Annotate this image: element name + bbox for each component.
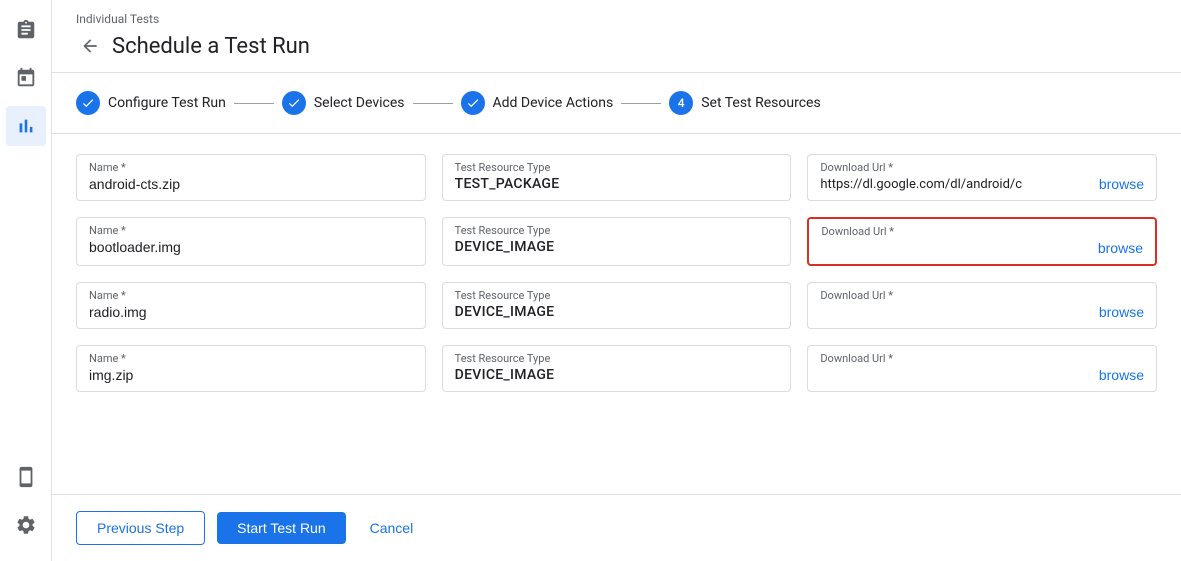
name-input-3[interactable]: [89, 304, 413, 320]
url-label-3: Download Url *: [820, 289, 1144, 302]
type-field-4: Test Resource Type DEVICE_IMAGE: [442, 345, 792, 392]
browse-button-1[interactable]: browse: [1099, 176, 1144, 192]
resource-row-2: Name * Test Resource Type DEVICE_IMAGE D…: [76, 217, 1157, 266]
resource-row-1: Name * Test Resource Type TEST_PACKAGE D…: [76, 154, 1157, 201]
browse-button-4[interactable]: browse: [1099, 367, 1144, 383]
type-value-2: DEVICE_IMAGE: [455, 239, 779, 255]
step-circle-select: [282, 91, 306, 115]
cancel-button[interactable]: Cancel: [358, 512, 426, 544]
stepper: Configure Test Run Select Devices Add De…: [52, 73, 1181, 134]
step-circle-actions: [461, 91, 485, 115]
step-add-actions: Add Device Actions: [461, 91, 614, 115]
page-title: Schedule a Test Run: [112, 34, 310, 59]
type-value-1: TEST_PACKAGE: [455, 176, 779, 192]
name-field-2: Name *: [76, 217, 426, 266]
phone-icon[interactable]: [6, 457, 46, 497]
type-field-2: Test Resource Type DEVICE_IMAGE: [442, 217, 792, 266]
settings-icon[interactable]: [6, 505, 46, 545]
step-label-actions: Add Device Actions: [493, 95, 614, 111]
step-configure: Configure Test Run: [76, 91, 226, 115]
footer: Previous Step Start Test Run Cancel: [52, 494, 1181, 561]
step-circle-configure: [76, 91, 100, 115]
start-test-run-button[interactable]: Start Test Run: [217, 512, 345, 544]
name-field-4: Name *: [76, 345, 426, 392]
browse-button-3[interactable]: browse: [1099, 304, 1144, 320]
type-label-1: Test Resource Type: [455, 161, 779, 174]
main-content: Individual Tests Schedule a Test Run Con…: [52, 0, 1181, 561]
name-label-2: Name *: [89, 224, 413, 237]
breadcrumb: Individual Tests: [76, 12, 1157, 26]
name-input-2[interactable]: [89, 239, 413, 255]
step-circle-resources: 4: [669, 91, 693, 115]
connector-1: [234, 103, 274, 104]
header: Individual Tests Schedule a Test Run: [52, 0, 1181, 73]
url-field-2: Download Url * browse: [807, 217, 1157, 266]
name-input-1[interactable]: [89, 176, 413, 192]
name-label-1: Name *: [89, 161, 413, 174]
browse-button-2[interactable]: browse: [1098, 240, 1143, 256]
connector-2: [413, 103, 453, 104]
type-field-3: Test Resource Type DEVICE_IMAGE: [442, 282, 792, 329]
type-value-3: DEVICE_IMAGE: [455, 304, 779, 320]
type-label-3: Test Resource Type: [455, 289, 779, 302]
resource-row-3: Name * Test Resource Type DEVICE_IMAGE D…: [76, 282, 1157, 329]
type-label-2: Test Resource Type: [455, 224, 779, 237]
name-input-4[interactable]: [89, 367, 413, 383]
step-label-resources: Set Test Resources: [701, 95, 820, 111]
type-value-4: DEVICE_IMAGE: [455, 367, 779, 383]
connector-3: [621, 103, 661, 104]
previous-step-button[interactable]: Previous Step: [76, 511, 205, 545]
type-field-1: Test Resource Type TEST_PACKAGE: [442, 154, 792, 201]
content-area: Name * Test Resource Type TEST_PACKAGE D…: [52, 134, 1181, 494]
step-label-configure: Configure Test Run: [108, 95, 226, 111]
clipboard-icon[interactable]: [6, 10, 46, 50]
name-field-1: Name *: [76, 154, 426, 201]
step-set-resources: 4 Set Test Resources: [669, 91, 820, 115]
url-label-4: Download Url *: [820, 352, 1144, 365]
name-label-3: Name *: [89, 289, 413, 302]
type-label-4: Test Resource Type: [455, 352, 779, 365]
resource-row-4: Name * Test Resource Type DEVICE_IMAGE D…: [76, 345, 1157, 392]
calendar-icon[interactable]: [6, 58, 46, 98]
step-select-devices: Select Devices: [282, 91, 405, 115]
url-field-1: Download Url * https://dl.google.com/dl/…: [807, 154, 1157, 201]
url-value-1: https://dl.google.com/dl/android/c: [820, 177, 1091, 192]
chart-icon[interactable]: [6, 106, 46, 146]
url-field-3: Download Url * browse: [807, 282, 1157, 329]
url-field-4: Download Url * browse: [807, 345, 1157, 392]
step-label-select: Select Devices: [314, 95, 405, 111]
name-label-4: Name *: [89, 352, 413, 365]
url-label-2: Download Url *: [821, 225, 1143, 238]
url-label-1: Download Url *: [820, 161, 1144, 174]
name-field-3: Name *: [76, 282, 426, 329]
sidebar: [0, 0, 52, 561]
back-button[interactable]: [76, 32, 104, 60]
